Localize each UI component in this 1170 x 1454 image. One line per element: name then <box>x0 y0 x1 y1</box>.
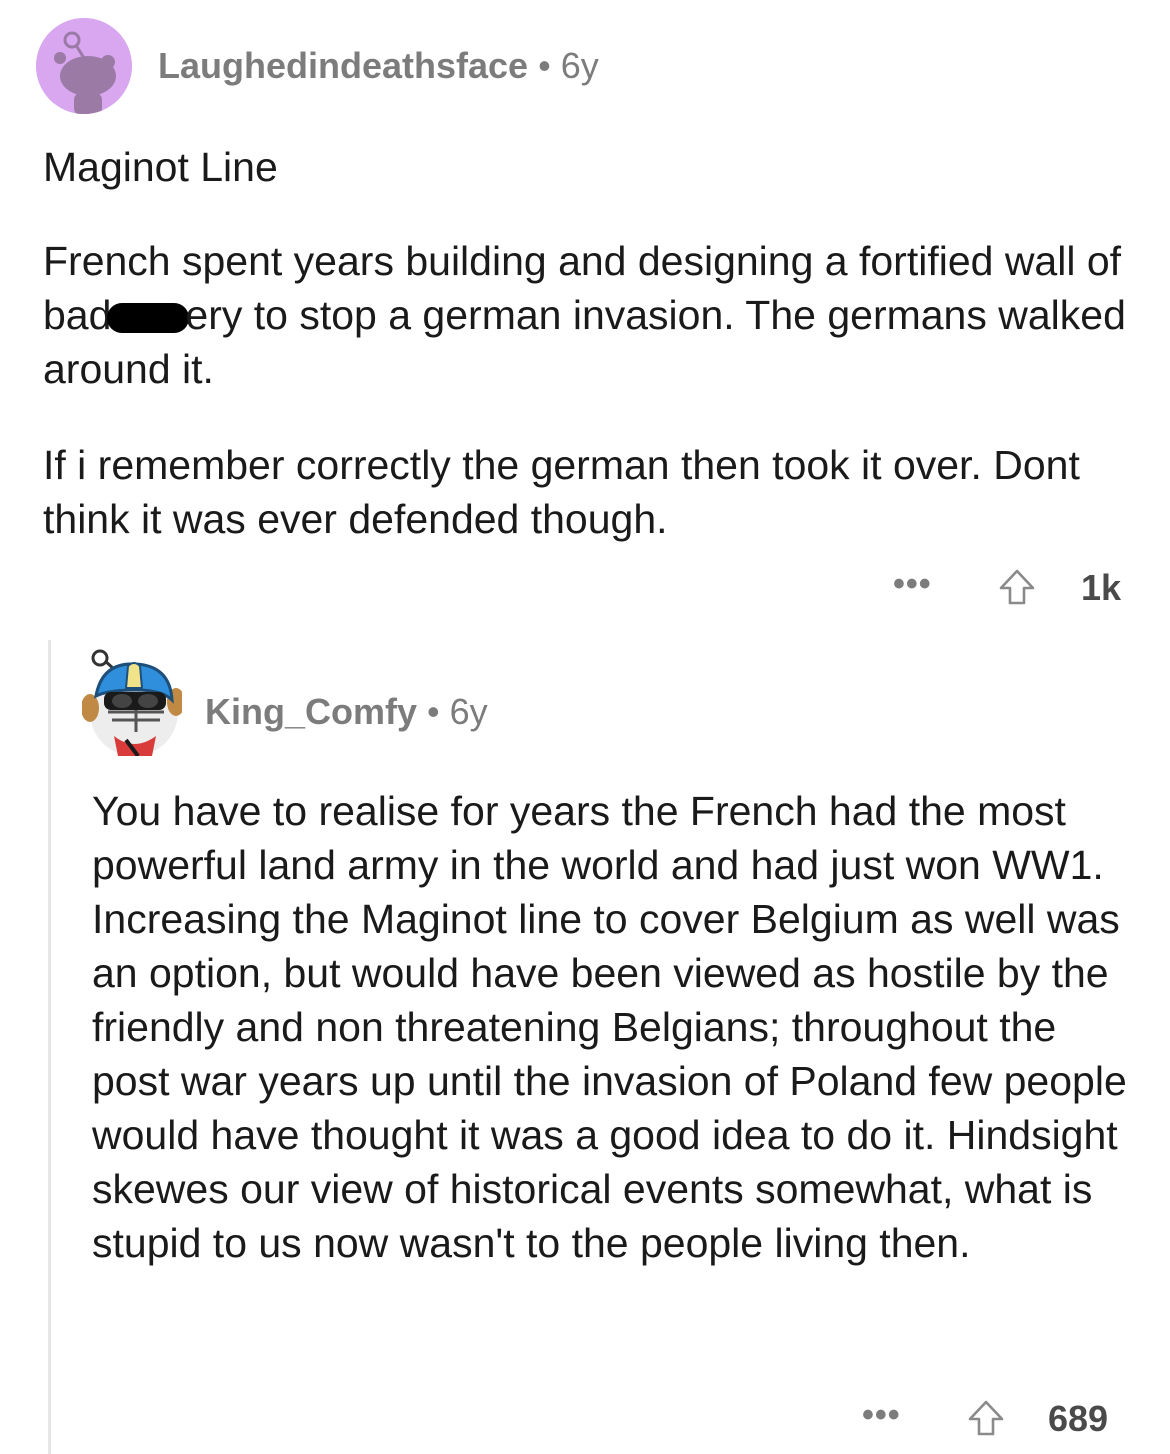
thread-line[interactable] <box>48 640 51 1454</box>
comment-meta: King_Comfy • 6y <box>205 690 488 734</box>
vote-score: 689 <box>1048 1398 1109 1439</box>
username-link[interactable]: Laughedindeathsface <box>158 45 528 86</box>
vote-score: 1k <box>1081 567 1122 608</box>
paragraph-text-end: ery to stop a german invasion. The germa… <box>43 292 1126 392</box>
meta-separator: • <box>538 45 551 86</box>
user-avatar[interactable] <box>36 18 132 114</box>
more-options-icon[interactable]: ••• <box>893 565 932 604</box>
redaction-mark <box>107 303 190 333</box>
more-options-icon[interactable]: ••• <box>862 1396 901 1435</box>
comment-actions: ••• 689 <box>862 1396 1122 1440</box>
upvote-arrow-icon[interactable] <box>966 1398 1006 1438</box>
comment-age: 6y <box>560 45 599 86</box>
snoo-avatar-icon <box>81 649 185 758</box>
comment-age: 6y <box>449 691 488 732</box>
meta-separator: • <box>427 691 440 732</box>
snoo-avatar-icon <box>36 18 132 114</box>
comment-meta: Laughedindeathsface • 6y <box>158 44 599 88</box>
comment-actions: ••• 1k <box>893 565 1123 609</box>
upvote-arrow-icon[interactable] <box>997 567 1037 607</box>
comment-paragraph: You have to realise for years the French… <box>92 788 1127 1266</box>
comment-paragraph: If i remember correctly the german then … <box>43 442 1080 542</box>
comment-first-line: Maginot Line <box>43 144 278 190</box>
username-link[interactable]: King_Comfy <box>205 691 417 732</box>
comment-paragraph: French spent years building and designin… <box>43 234 1143 396</box>
user-avatar[interactable] <box>81 640 185 758</box>
